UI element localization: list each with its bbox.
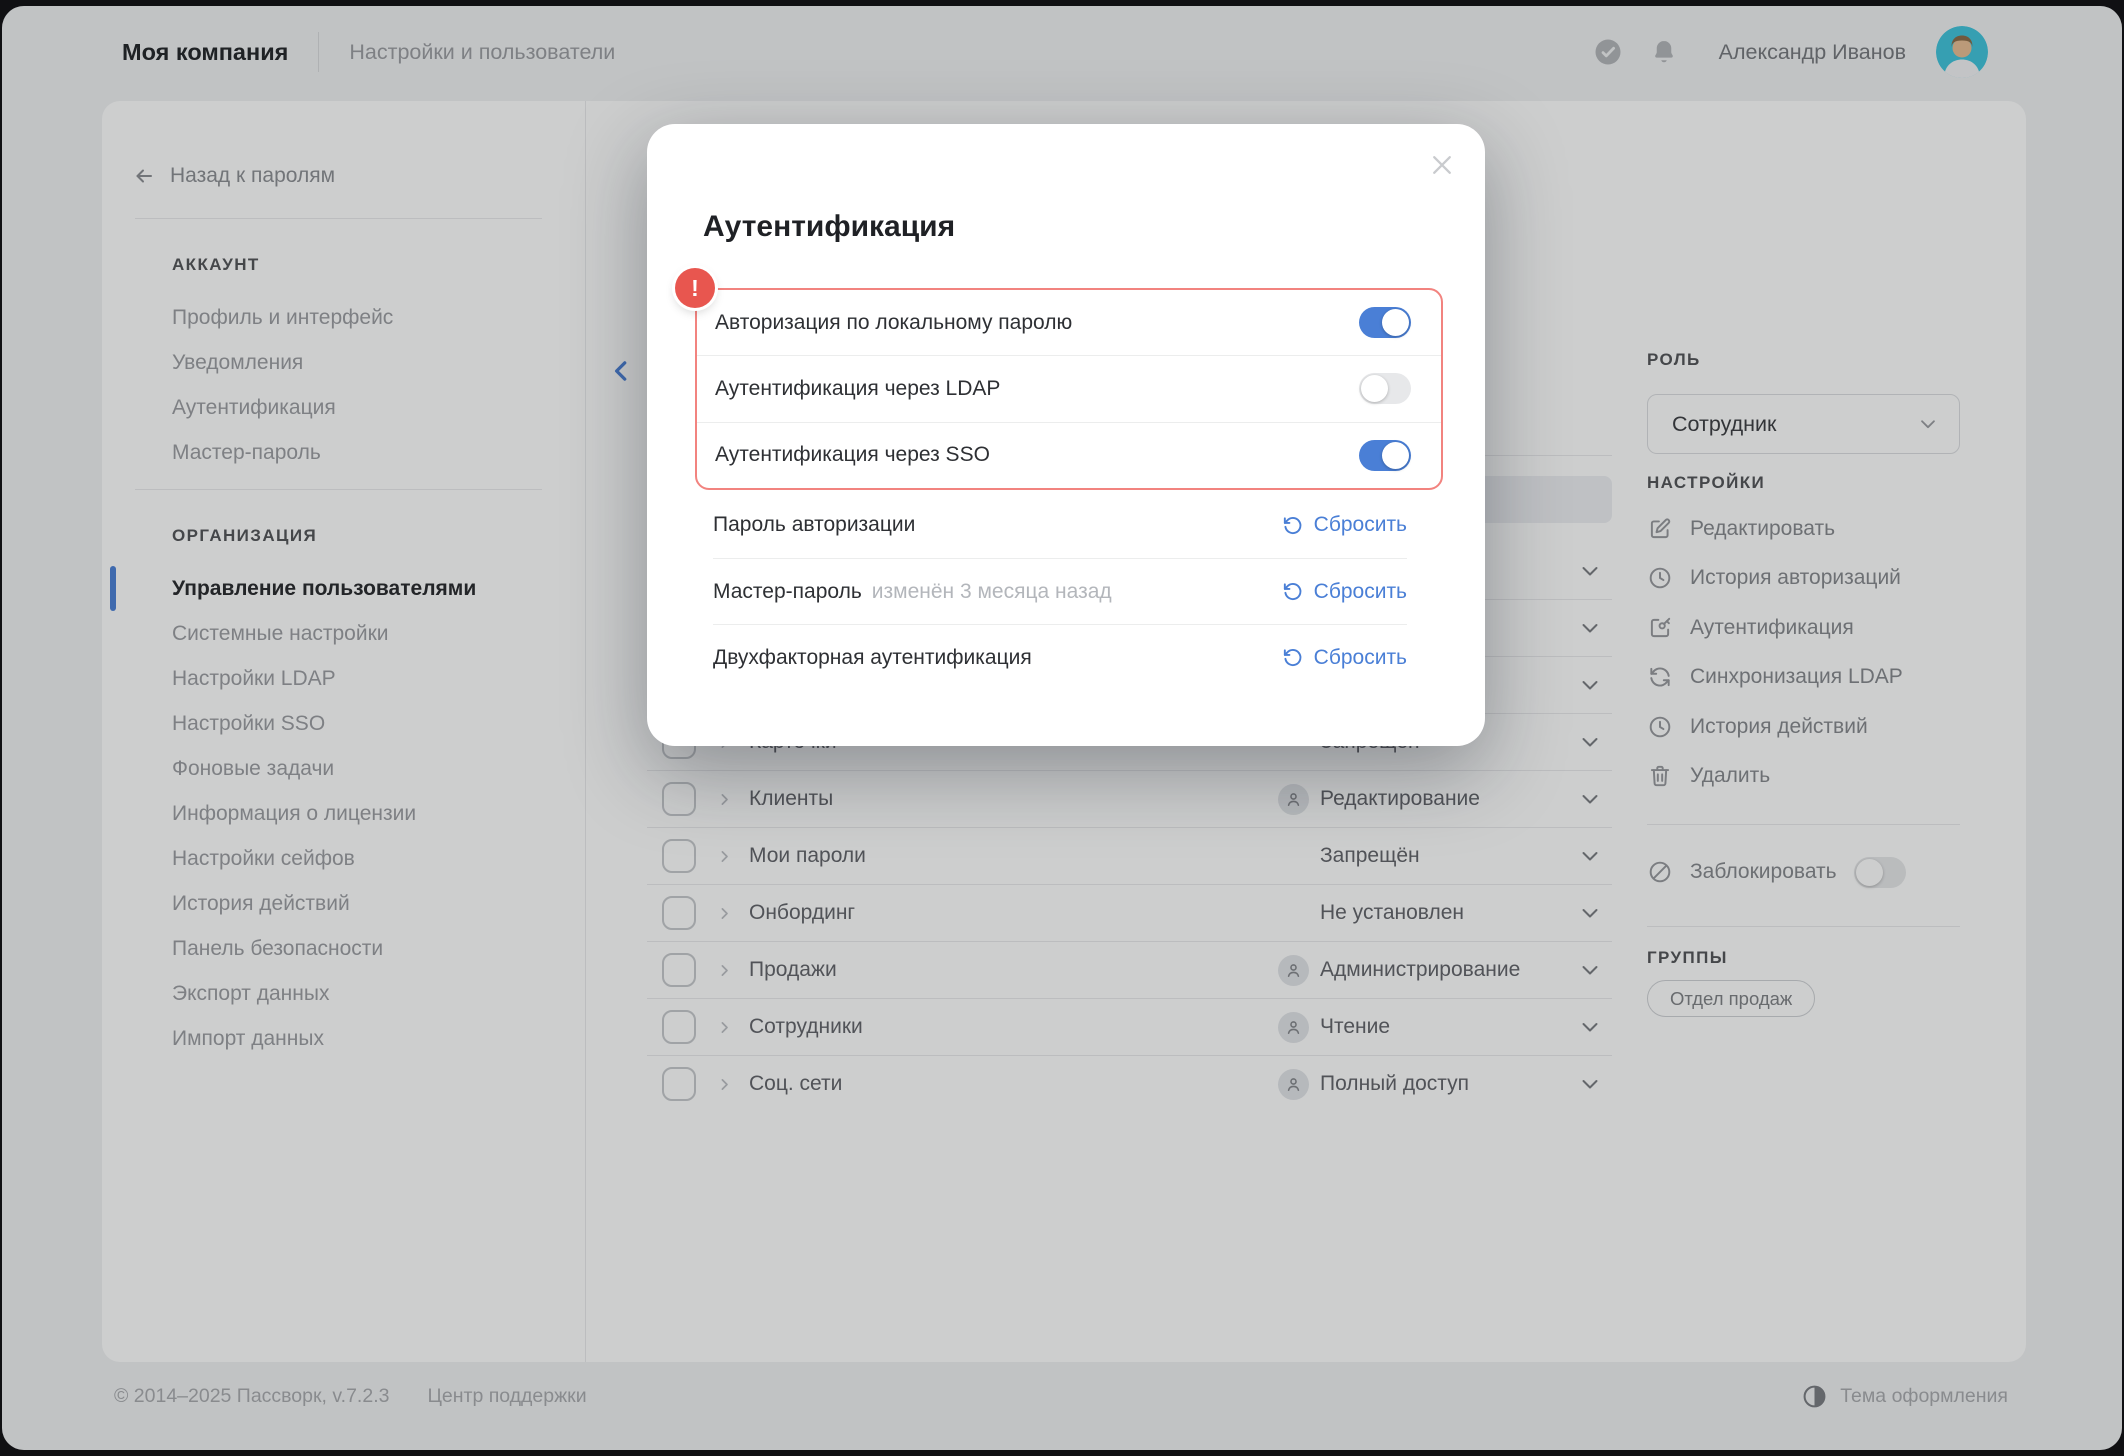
auth-toggle-group: Авторизация по локальному паролю Аутентиф… [695,288,1443,490]
auth-reset-row: Двухфакторная аутентификация Сбросить [713,624,1407,690]
toggle-switch[interactable] [1359,439,1411,471]
toggle-label: Аутентификация через SSO [715,443,990,467]
reset-link[interactable]: Сбросить [1281,646,1407,670]
modal-title: Аутентификация [703,210,956,243]
auth-toggle-row: Авторизация по локальному паролю [697,290,1441,355]
toggle-knob [1361,375,1388,403]
toggle-switch[interactable] [1359,307,1411,339]
reset-icon [1281,646,1304,669]
auth-reset-row: Мастер-пароль изменён 3 месяца назад Сброс… [713,558,1407,624]
toggle-switch[interactable] [1359,373,1411,405]
reset-label: Сбросить [1313,513,1407,536]
toggle-label: Авторизация по локальному паролю [715,310,1073,334]
auth-reset-row: Пароль авторизации Сбросить [713,492,1407,558]
reset-row-label: Двухфакторная аутентификация [713,645,1032,669]
reset-icon [1281,514,1304,537]
screenshot-root: Моя компания Настройки и пользователи Ал… [0,0,2124,1456]
auth-modal: Аутентификация ! Авторизация по локально… [647,124,1485,746]
app-window: Моя компания Настройки и пользователи Ал… [2,6,2122,1450]
reset-label: Сбросить [1313,645,1407,669]
toggle-label: Аутентификация через LDAP [715,376,1001,400]
reset-row-note: изменён 3 месяца назад [871,579,1112,603]
toggle-knob [1382,441,1409,469]
reset-row-label: Мастер-пароль [713,579,862,603]
reset-icon [1281,580,1304,603]
reset-link[interactable]: Сбросить [1281,580,1407,604]
reset-label: Сбросить [1313,579,1407,603]
auth-reset-rows: Пароль авторизации Сбросить Мастер-пароль и… [713,492,1407,690]
auth-toggle-row: Аутентификация через SSO [697,421,1441,488]
reset-link[interactable]: Сбросить [1281,513,1407,537]
auth-toggle-row: Аутентификация через LDAP [697,355,1441,421]
reset-row-label: Пароль авторизации [713,513,916,536]
close-icon[interactable] [1425,148,1459,182]
toggle-knob [1382,309,1409,337]
error-badge: ! [675,268,715,308]
